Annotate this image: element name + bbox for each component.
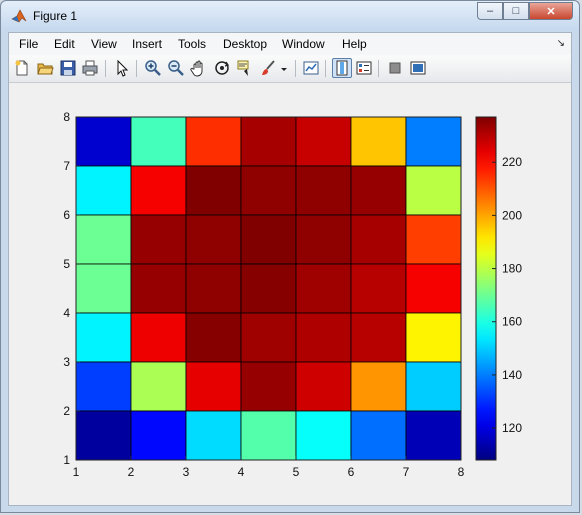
- colorbar-tick-label: 200: [502, 208, 522, 222]
- heatmap-cell[interactable]: [295, 361, 352, 412]
- y-tick-label: 4: [63, 306, 70, 320]
- heatmap-cell[interactable]: [295, 116, 352, 167]
- heatmap-cell[interactable]: [240, 361, 297, 412]
- heatmap-cell[interactable]: [295, 214, 352, 265]
- y-tick-label: 6: [63, 208, 70, 222]
- heatmap-plot[interactable]: 1 2 3 4 5 6 7 8 1 2 3 4 5 6 7 8 120 140 160 180 200 220: [9, 33, 571, 505]
- heatmap-cell[interactable]: [130, 165, 187, 216]
- heatmap-cell[interactable]: [350, 116, 407, 167]
- matlab-app-icon: [11, 9, 27, 23]
- heatmap-cell[interactable]: [405, 312, 462, 363]
- heatmap-cell[interactable]: [130, 410, 187, 461]
- heatmap-cell[interactable]: [405, 263, 462, 314]
- x-tick-label: 1: [73, 465, 80, 479]
- heatmap-cell[interactable]: [295, 263, 352, 314]
- heatmap-cell[interactable]: [185, 410, 242, 461]
- figure-window: Figure 1 – □ ✕ File Edit View Insert Too…: [0, 0, 580, 513]
- heatmap-cell[interactable]: [75, 410, 132, 461]
- colorbar-tick-label: 160: [502, 315, 522, 329]
- heatmap-cell[interactable]: [75, 312, 132, 363]
- heatmap-cell[interactable]: [240, 165, 297, 216]
- colorbar-tick-label: 120: [502, 421, 522, 435]
- heatmap-cell[interactable]: [350, 263, 407, 314]
- heatmap-cell[interactable]: [185, 312, 242, 363]
- x-tick-label: 3: [183, 465, 190, 479]
- heatmap-cell[interactable]: [185, 214, 242, 265]
- heatmap-cell[interactable]: [295, 165, 352, 216]
- heatmap-cell[interactable]: [130, 116, 187, 167]
- heatmap-cell[interactable]: [185, 116, 242, 167]
- colorbar-tick-label: 180: [502, 262, 522, 276]
- heatmap-cell[interactable]: [350, 410, 407, 461]
- heatmap-cell[interactable]: [295, 312, 352, 363]
- x-tick-label: 5: [293, 465, 300, 479]
- colorbar-tick-label: 220: [502, 155, 522, 169]
- minimize-button[interactable]: –: [477, 2, 503, 20]
- heatmap-cell[interactable]: [405, 214, 462, 265]
- heatmap-cell[interactable]: [185, 263, 242, 314]
- heatmap-cell[interactable]: [350, 214, 407, 265]
- heatmap-cell[interactable]: [405, 410, 462, 461]
- figure-client-area: File Edit View Insert Tools Desktop Wind…: [8, 32, 572, 506]
- heatmap-cell[interactable]: [405, 165, 462, 216]
- heatmap-cell[interactable]: [240, 410, 297, 461]
- heatmap-cell[interactable]: [185, 361, 242, 412]
- heatmap-cell[interactable]: [130, 263, 187, 314]
- heatmap-cell[interactable]: [295, 410, 352, 461]
- heatmap-cell[interactable]: [405, 361, 462, 412]
- heatmap-cell[interactable]: [350, 165, 407, 216]
- close-icon: ✕: [546, 5, 556, 18]
- y-tick-label: 8: [63, 110, 70, 124]
- y-tick-label: 5: [63, 257, 70, 271]
- title-bar[interactable]: Figure 1 – □ ✕: [1, 1, 579, 31]
- window-title: Figure 1: [33, 9, 78, 23]
- heatmap-cell[interactable]: [130, 361, 187, 412]
- y-tick-label: 1: [63, 453, 70, 467]
- maximize-icon: □: [512, 5, 520, 17]
- close-button[interactable]: ✕: [529, 2, 573, 20]
- heatmap-cell[interactable]: [75, 361, 132, 412]
- x-tick-label: 6: [348, 465, 355, 479]
- heatmap-cell[interactable]: [75, 263, 132, 314]
- maximize-button[interactable]: □: [503, 2, 529, 20]
- heatmap-cell[interactable]: [405, 116, 462, 167]
- heatmap-cell[interactable]: [240, 263, 297, 314]
- minimize-icon: –: [486, 5, 494, 17]
- colorbar-tick-label: 140: [502, 368, 522, 382]
- x-tick-label: 2: [128, 465, 135, 479]
- heatmap-cell[interactable]: [130, 312, 187, 363]
- y-tick-label: 3: [63, 355, 70, 369]
- heatmap-cell[interactable]: [185, 165, 242, 216]
- y-tick-label: 2: [63, 404, 70, 418]
- heatmap-cell[interactable]: [240, 214, 297, 265]
- x-tick-label: 4: [238, 465, 245, 479]
- heatmap-cell[interactable]: [130, 214, 187, 265]
- y-tick-label: 7: [63, 159, 70, 173]
- heatmap-cell[interactable]: [350, 361, 407, 412]
- heatmap-cell[interactable]: [240, 312, 297, 363]
- x-tick-label: 8: [458, 465, 465, 479]
- x-tick-label: 7: [403, 465, 410, 479]
- colorbar[interactable]: [475, 116, 497, 461]
- heatmap-cell[interactable]: [75, 116, 132, 167]
- heatmap-cell[interactable]: [240, 116, 297, 167]
- heatmap-cell[interactable]: [350, 312, 407, 363]
- heatmap-cell[interactable]: [75, 214, 132, 265]
- heatmap-cell[interactable]: [75, 165, 132, 216]
